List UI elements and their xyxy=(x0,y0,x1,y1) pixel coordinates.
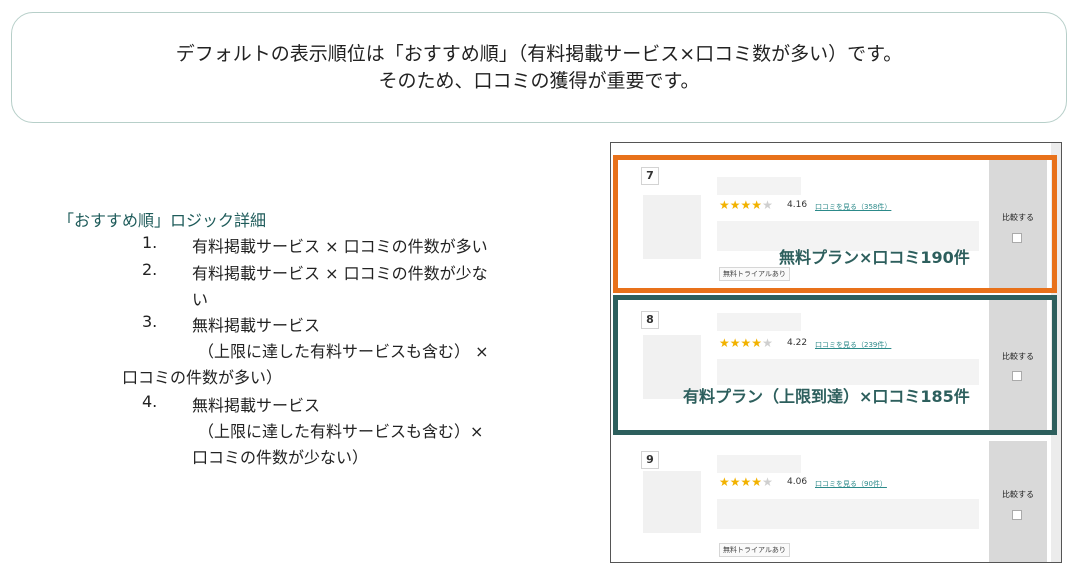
logic-item-4-text: 無料掲載サービス xyxy=(192,396,321,415)
highlight-frame-teal xyxy=(613,295,1057,435)
logic-item-1-text: 有料掲載サービス × 口コミの件数が多い xyxy=(192,237,488,256)
logic-item-4-note: （上限に達した有料サービスも含む）× xyxy=(198,422,484,441)
highlight-frame-orange xyxy=(613,155,1057,293)
service-name-placeholder xyxy=(717,455,801,473)
logic-item-3-text-cont: 口コミの件数が多い） xyxy=(122,368,283,387)
summary-line-1: デフォルトの表示順位は「おすすめ順」（有料掲載サービス×口コミ数が多い）です。 xyxy=(175,42,903,65)
orange-highlight-label: 無料プラン×口コミ190件 xyxy=(779,248,970,267)
listing-card[interactable]: 9 ★★★★★ 4.06 口コミを見る（90件） 無料トライアルあり 比較する xyxy=(633,441,1047,562)
compare-column[interactable]: 比較する xyxy=(989,441,1047,562)
logic-item-4-number: 4. xyxy=(142,392,158,411)
logic-item-2-text-cont: い xyxy=(192,290,209,309)
star-icon: ★ xyxy=(751,475,763,489)
logic-title: 「おすすめ順」ロジック詳細 xyxy=(58,211,267,230)
compare-label: 比較する xyxy=(1002,490,1034,499)
summary-box: デフォルトの表示順位は「おすすめ順」（有料掲載サービス×口コミ数が多い）です。 … xyxy=(11,12,1067,123)
star-icon: ★ xyxy=(719,475,730,489)
star-icon: ★ xyxy=(762,475,773,489)
logic-item-2-text: 有料掲載サービス × 口コミの件数が少な xyxy=(192,264,488,283)
star-icon: ★ xyxy=(740,475,752,489)
logic-item-3-note: （上限に達した有料サービスも含む） × xyxy=(198,342,489,361)
checkbox-icon[interactable] xyxy=(1012,510,1022,520)
rating-stars: ★★★★★ xyxy=(719,475,773,489)
logic-item-4-text-cont: 口コミの件数が少ない） xyxy=(192,448,369,467)
free-trial-badge: 無料トライアルあり xyxy=(719,543,790,557)
rank-badge: 9 xyxy=(641,451,659,469)
description-placeholder xyxy=(717,499,979,529)
logic-item-1-number: 1. xyxy=(142,233,158,252)
rating-score: 4.06 xyxy=(787,477,808,487)
service-logo-placeholder xyxy=(643,471,701,533)
logic-item-3-text: 無料掲載サービス xyxy=(192,316,321,335)
logic-item-3-number: 3. xyxy=(142,312,158,331)
summary-line-2: そのため、口コミの獲得が重要です。 xyxy=(378,69,700,92)
logic-item-2-number: 2. xyxy=(142,260,158,279)
teal-highlight-label: 有料プラン（上限到達）×口コミ185件 xyxy=(683,387,970,406)
star-icon: ★ xyxy=(729,475,741,489)
review-link[interactable]: 口コミを見る（90件） xyxy=(815,479,887,489)
listing-screenshot: 7 ★★★★★ 4.16 口コミを見る（358件） 無料トライアルあり 比較する… xyxy=(610,142,1062,563)
